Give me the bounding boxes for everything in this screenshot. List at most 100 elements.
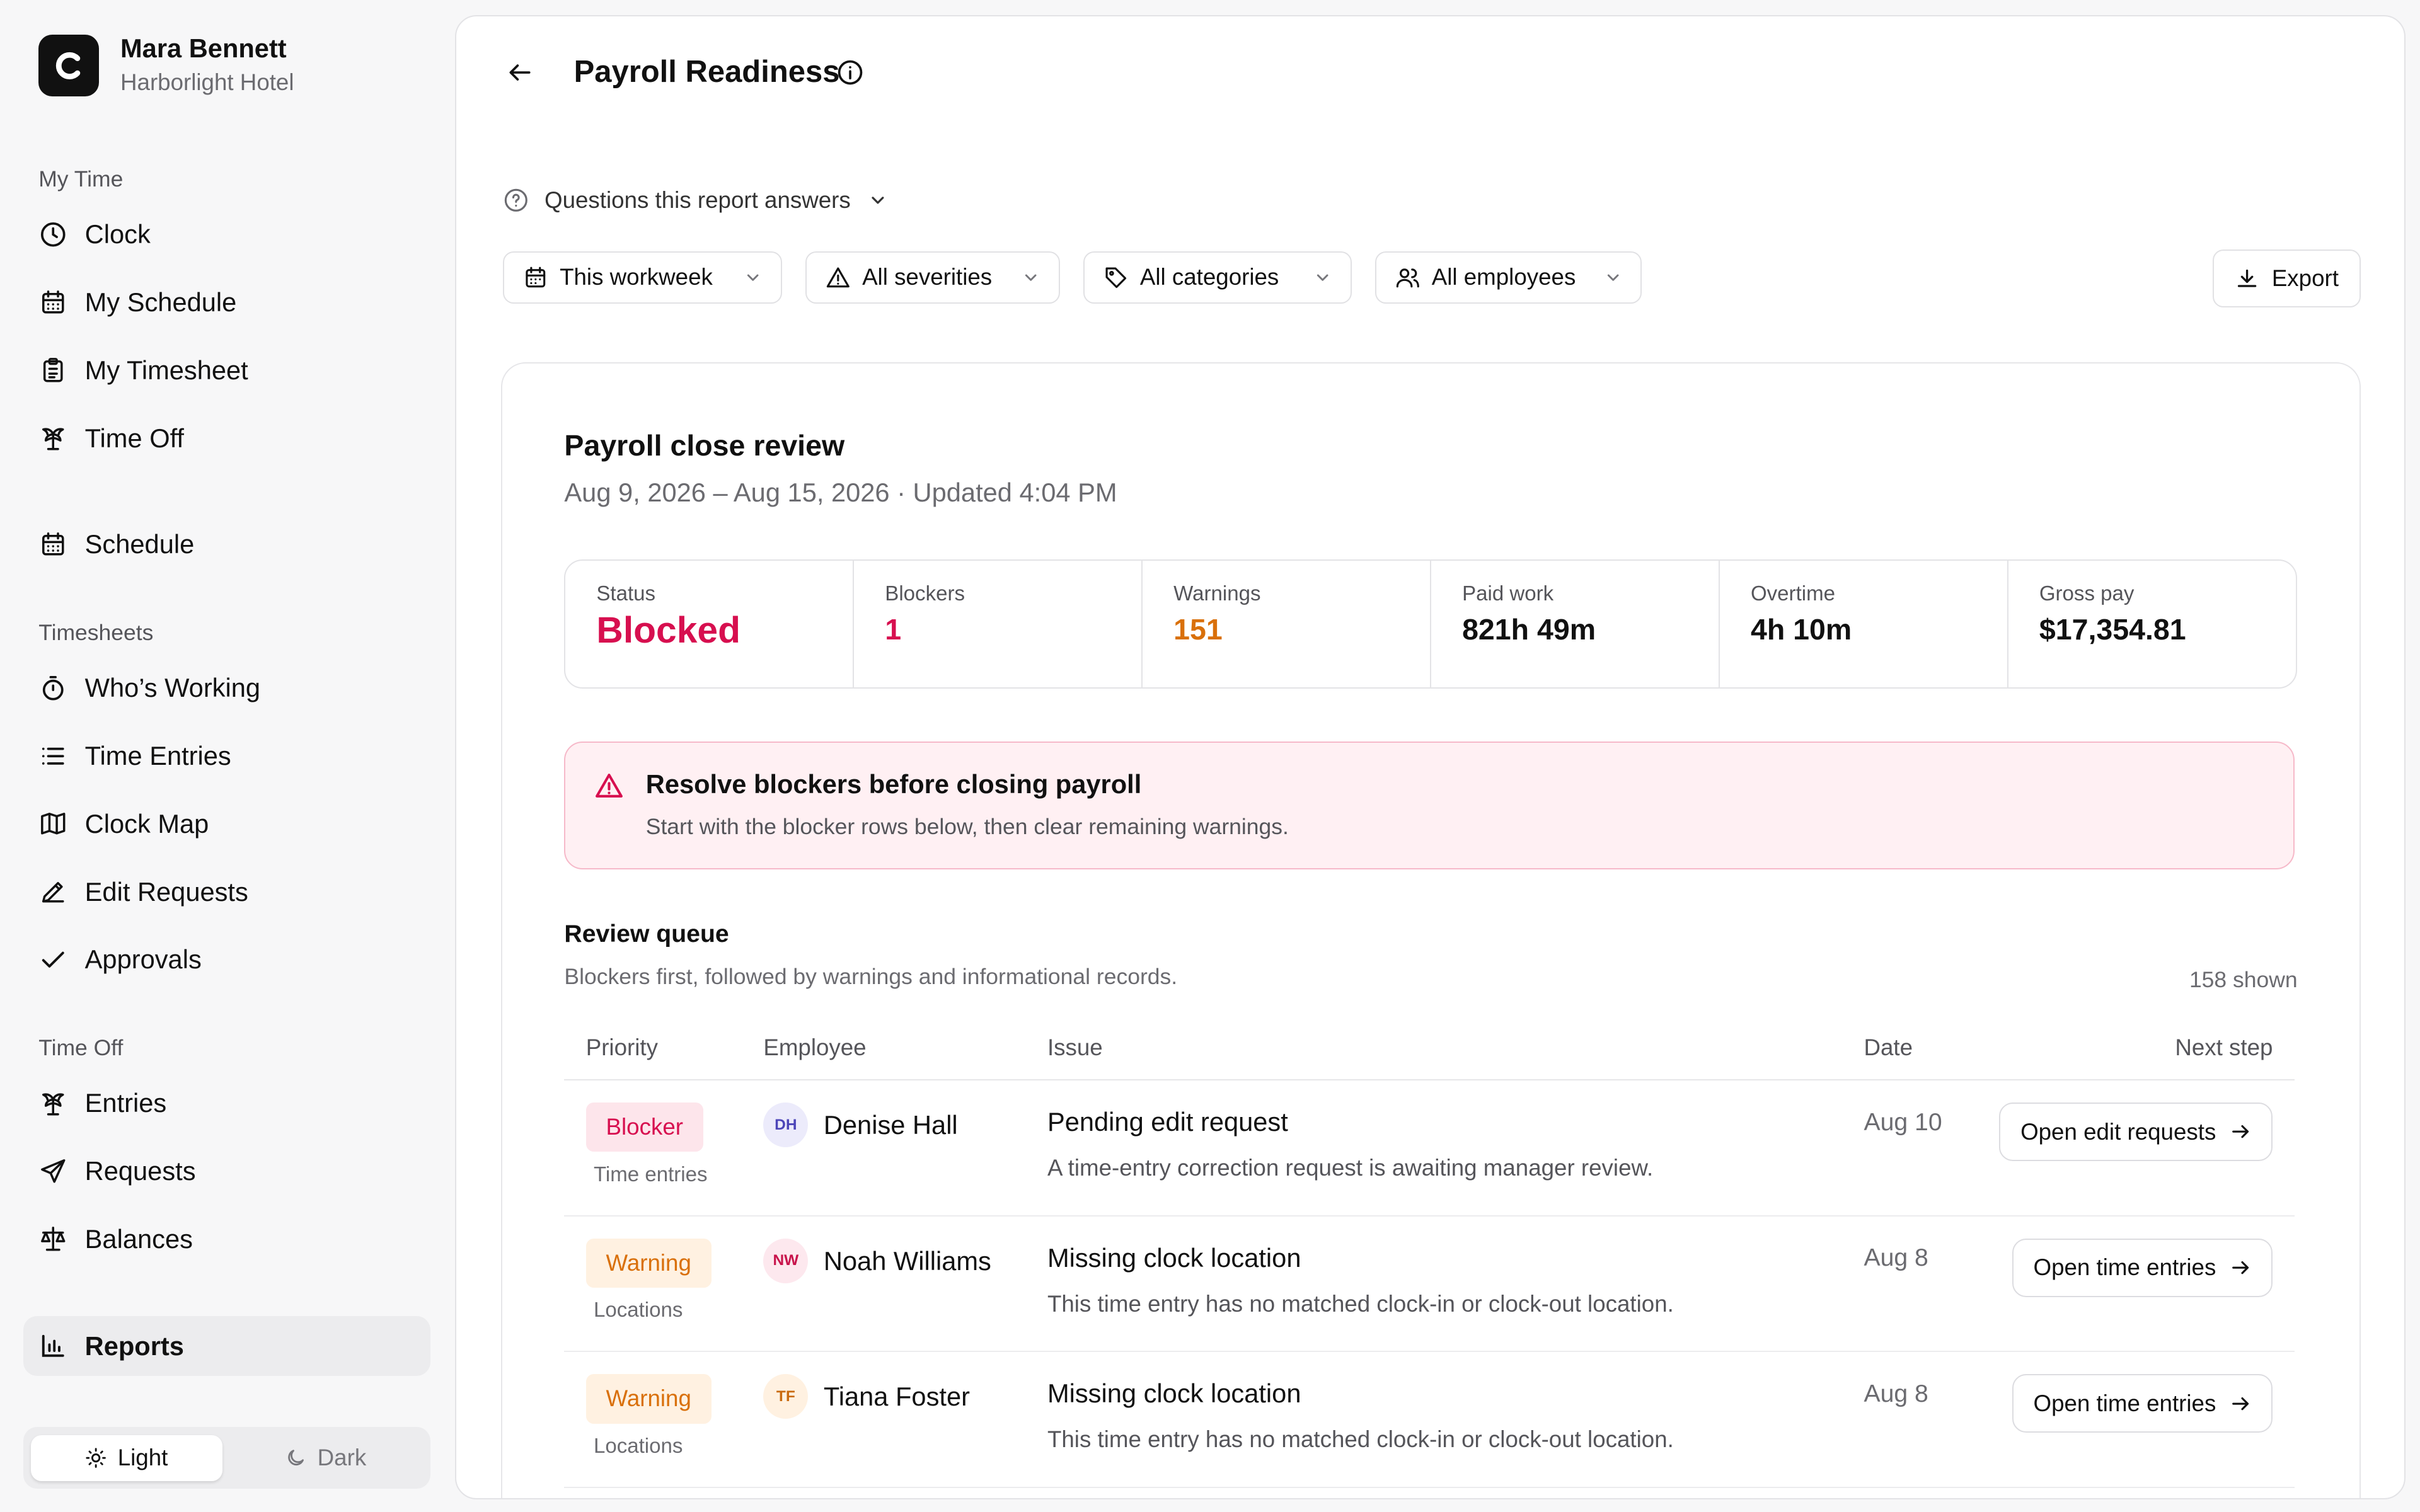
sidebar-item-label: Edit Requests [84, 876, 248, 907]
review-queue-count: 158 shown [2189, 966, 2298, 992]
back-button[interactable] [500, 54, 540, 91]
severity-filter-value: All severities [862, 264, 993, 290]
stat-blockers: Blockers 1 [853, 561, 1141, 687]
sidebar-item-label: Reports [84, 1331, 184, 1361]
review-title: Payroll close review [564, 428, 845, 462]
calendar-icon [42, 532, 64, 556]
chevron-down-icon [872, 197, 884, 204]
arrow-right-icon [2232, 1125, 2249, 1138]
questions-label: Questions this report answers [544, 186, 851, 213]
stat-status: Status Blocked [565, 561, 853, 687]
chevron-down-icon [1317, 274, 1328, 281]
pencil-icon [42, 882, 64, 903]
row-category: Locations [593, 1298, 683, 1322]
map-icon [41, 813, 66, 835]
sidebar-item-my-timesheet[interactable]: My Timesheet [38, 347, 248, 393]
theme-dark-button[interactable]: Dark [228, 1435, 423, 1481]
column-next-step[interactable]: Next step [2175, 1034, 2273, 1061]
overtime-value: 4h 10m [1750, 613, 1852, 646]
send-icon [41, 1159, 66, 1183]
sidebar-item-entries[interactable]: Entries [38, 1080, 166, 1126]
column-employee[interactable]: Employee [763, 1034, 866, 1061]
theme-toggle: Light Dark [23, 1427, 431, 1489]
sidebar-item-label: Entries [84, 1088, 167, 1118]
c-logo-icon [38, 35, 99, 97]
column-date[interactable]: Date [1864, 1034, 1913, 1061]
sidebar-item-label: Clock [84, 219, 151, 249]
next-step-label: Open time entries [2033, 1254, 2216, 1281]
stat-label: Gross pay [2039, 582, 2135, 606]
theme-light-button[interactable]: Light [30, 1435, 222, 1482]
open-time-entries-button[interactable]: Open time entries [2012, 1374, 2273, 1433]
user-name: Mara Bennett [120, 33, 287, 64]
employee-filter[interactable]: All employees [1374, 251, 1642, 304]
next-step-label: Open edit requests [2020, 1118, 2216, 1145]
stats-bar: Status Blocked Blockers 1 Warnings 151 P… [564, 559, 2297, 689]
sidebar-item-approvals[interactable]: Approvals [38, 937, 202, 983]
arrow-right-icon [2232, 1397, 2249, 1410]
sidebar-item-my-schedule[interactable]: My Schedule [38, 279, 236, 325]
download-icon [2237, 269, 2257, 287]
employee-filter-value: All employees [1431, 264, 1576, 290]
check-icon [42, 951, 64, 968]
period-filter[interactable]: This workweek [502, 251, 783, 304]
row-date: Aug 8 [1864, 1380, 1928, 1407]
tag-icon [1105, 267, 1127, 288]
issue-title: Missing clock location [1047, 1378, 1301, 1409]
blockers-value: 1 [885, 613, 902, 646]
review-queue-title: Review queue [564, 920, 729, 948]
alert-title: Resolve blockers before closing payroll [645, 769, 1142, 799]
app-root: Mara Bennett Harborlight Hotel My Time C… [0, 0, 2420, 1512]
sidebar-item-time-entries[interactable]: Time Entries [38, 733, 231, 779]
sidebar-item-balances[interactable]: Balances [38, 1216, 193, 1262]
sidebar-item-whos-working[interactable]: Who’s Working [38, 665, 260, 711]
stopwatch-icon [43, 675, 64, 701]
warnings-value: 151 [1173, 613, 1223, 646]
clock-icon [41, 222, 66, 247]
info-icon[interactable] [836, 59, 864, 86]
table-row: Warning Locations TF Tiana Foster Missin… [564, 1351, 2295, 1488]
table-header: Priority Employee Issue Date Next step [564, 1017, 2295, 1081]
avatar: TF [763, 1374, 809, 1419]
chevron-down-icon [1607, 274, 1619, 281]
sidebar-item-schedule[interactable]: Schedule [38, 522, 194, 568]
sidebar-item-label: My Timesheet [84, 355, 248, 385]
sidebar-item-edit-requests[interactable]: Edit Requests [38, 869, 248, 915]
sidebar-item-time-off[interactable]: Time Off [38, 415, 184, 461]
column-issue[interactable]: Issue [1047, 1034, 1103, 1061]
open-edit-requests-button[interactable]: Open edit requests [1999, 1102, 2273, 1162]
blocker-alert: Resolve blockers before closing payroll … [564, 742, 2295, 870]
sidebar-item-requests[interactable]: Requests [38, 1148, 196, 1194]
review-queue-subtitle: Blockers first, followed by warnings and… [564, 963, 1178, 989]
severity-filter[interactable]: All severities [805, 251, 1060, 304]
issue-detail: A time-entry correction request is await… [1047, 1155, 1654, 1181]
scale-icon [41, 1227, 66, 1251]
stat-label: Warnings [1173, 582, 1261, 606]
category-filter[interactable]: All categories [1083, 251, 1352, 304]
list-icon [42, 747, 64, 765]
sidebar-item-clock[interactable]: Clock [38, 212, 151, 258]
table-row: Warning Locations NW Noah Williams Missi… [564, 1215, 2295, 1353]
export-button[interactable]: Export [2213, 249, 2361, 308]
sidebar-item-clock-map[interactable]: Clock Map [38, 801, 209, 847]
moon-icon [288, 1450, 304, 1466]
stat-label: Paid work [1462, 582, 1554, 606]
questions-toggle[interactable]: Questions this report answers [503, 183, 888, 217]
clipboard-icon [43, 358, 63, 382]
sidebar: Mara Bennett Harborlight Hotel My Time C… [0, 0, 455, 1512]
open-time-entries-button[interactable]: Open time entries [2012, 1238, 2273, 1297]
avatar: NW [763, 1238, 809, 1283]
column-priority[interactable]: Priority [586, 1034, 658, 1061]
account-header[interactable]: Mara Bennett Harborlight Hotel [38, 32, 294, 98]
calendar-icon [526, 266, 546, 287]
alert-text: Start with the blocker rows below, then … [645, 813, 1289, 839]
row-date: Aug 10 [1864, 1108, 1942, 1136]
avatar: DH [763, 1102, 809, 1148]
section-my-time: My Time [38, 166, 124, 192]
row-category: Time entries [593, 1162, 708, 1186]
sidebar-item-reports[interactable]: Reports [23, 1315, 431, 1377]
stat-label: Status [596, 582, 656, 606]
priority-badge: Warning [585, 1374, 712, 1424]
issue-title: Pending edit request [1047, 1107, 1288, 1137]
gross-pay-value: $17,354.81 [2039, 613, 2186, 646]
